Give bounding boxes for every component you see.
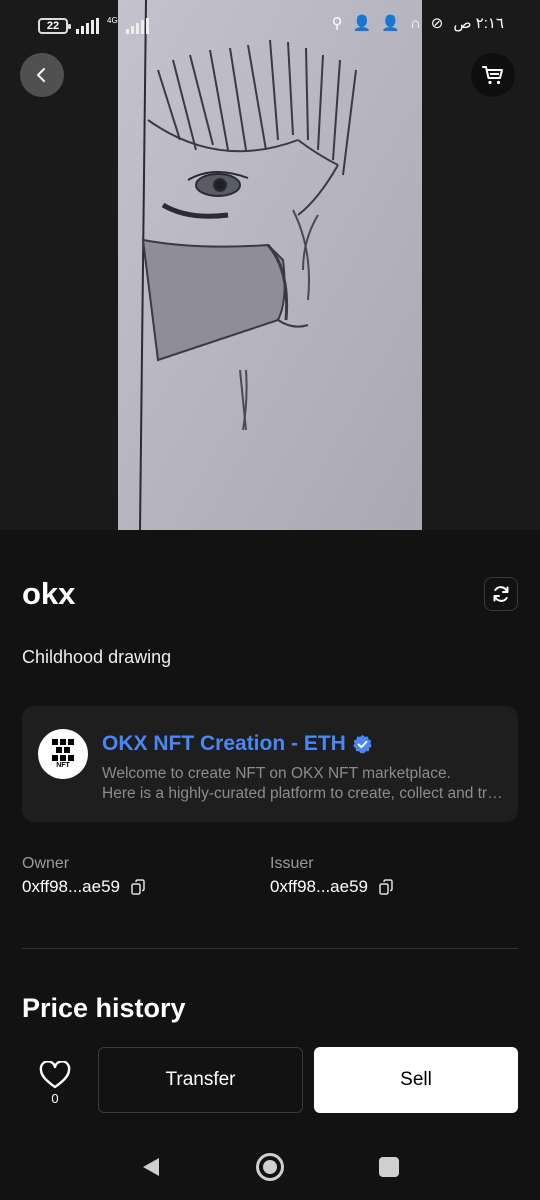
system-nav-bar <box>0 1128 540 1200</box>
refresh-button[interactable] <box>484 577 518 611</box>
price-history-title: Price history <box>22 993 186 1023</box>
usb-icon: ⚲ <box>331 15 343 32</box>
nav-recents-icon[interactable] <box>379 1157 399 1177</box>
signal-icon <box>76 18 99 34</box>
add-user-icon: 👤 <box>352 15 372 32</box>
nft-description: Childhood drawing <box>22 647 172 667</box>
collection-description: Welcome to create NFT on OKX NFT marketp… <box>102 764 506 804</box>
issuer-label: Issuer <box>270 855 314 872</box>
like-count: 0 <box>51 1091 59 1106</box>
copy-icon[interactable] <box>130 879 146 895</box>
nft-detail-screen: 22 4G ⚲ 👤 👤 ∩ ⊘ ٢:١٦ ص okx Childhood dra… <box>0 0 540 1200</box>
refresh-icon <box>493 586 509 602</box>
back-button[interactable] <box>20 53 64 97</box>
verified-badge-icon <box>353 734 372 754</box>
clock: ٢:١٦ ص <box>453 15 504 32</box>
nav-back-icon[interactable] <box>141 1156 161 1178</box>
cart-icon <box>482 66 503 85</box>
mute-icon: ⊘ <box>430 15 444 32</box>
nav-home-icon[interactable] <box>256 1153 284 1181</box>
network-type: 4G <box>107 15 118 25</box>
owner-block: Owner 0xff98...ae59 <box>22 855 146 897</box>
pencil-drawing <box>118 0 422 530</box>
collection-card[interactable]: NFT OKX NFT Creation - ETH Welcome to cr… <box>22 706 518 822</box>
owner-address: 0xff98...ae59 <box>22 877 120 896</box>
okx-logo-icon <box>52 739 74 761</box>
section-divider <box>22 948 518 949</box>
heart-icon <box>39 1061 71 1089</box>
collection-description-line2: Here is a highly-curated platform to cre… <box>102 785 506 802</box>
nft-artwork-image[interactable] <box>118 0 422 530</box>
collection-logo-label: NFT <box>56 762 70 769</box>
sell-button[interactable]: Sell <box>314 1047 518 1113</box>
battery-icon: 22 <box>38 18 71 34</box>
issuer-block: Issuer 0xff98...ae59 <box>270 855 394 897</box>
nft-artwork-area <box>0 0 540 530</box>
issuer-address: 0xff98...ae59 <box>270 877 368 896</box>
headset-icon: ∩ <box>409 14 421 32</box>
collection-logo: NFT <box>38 729 88 779</box>
issuer-value-row: 0xff98...ae59 <box>270 877 394 897</box>
status-bar: 22 4G ⚲ 👤 👤 ∩ ⊘ ٢:١٦ ص <box>0 0 540 48</box>
like-button[interactable]: 0 <box>36 1061 74 1106</box>
cart-button[interactable] <box>471 53 515 97</box>
status-left: 22 4G <box>38 15 149 34</box>
collection-name[interactable]: OKX NFT Creation - ETH <box>102 732 346 756</box>
status-right: ⚲ 👤 👤 ∩ ⊘ ٢:١٦ ص <box>331 14 504 33</box>
action-bar: 0 Transfer Sell <box>0 1040 540 1128</box>
signal-icon-2 <box>125 18 149 34</box>
collection-name-row: OKX NFT Creation - ETH <box>102 732 373 756</box>
transfer-button[interactable]: Transfer <box>98 1047 303 1113</box>
collection-description-line1: Welcome to create NFT on OKX NFT marketp… <box>102 765 451 782</box>
copy-icon[interactable] <box>378 879 394 895</box>
battery-level: 22 <box>46 20 60 32</box>
chevron-left-icon <box>37 68 45 82</box>
owner-value-row: 0xff98...ae59 <box>22 877 146 897</box>
owner-label: Owner <box>22 855 70 872</box>
add-user-icon-2: 👤 <box>381 15 400 32</box>
nft-title: okx <box>22 576 76 611</box>
